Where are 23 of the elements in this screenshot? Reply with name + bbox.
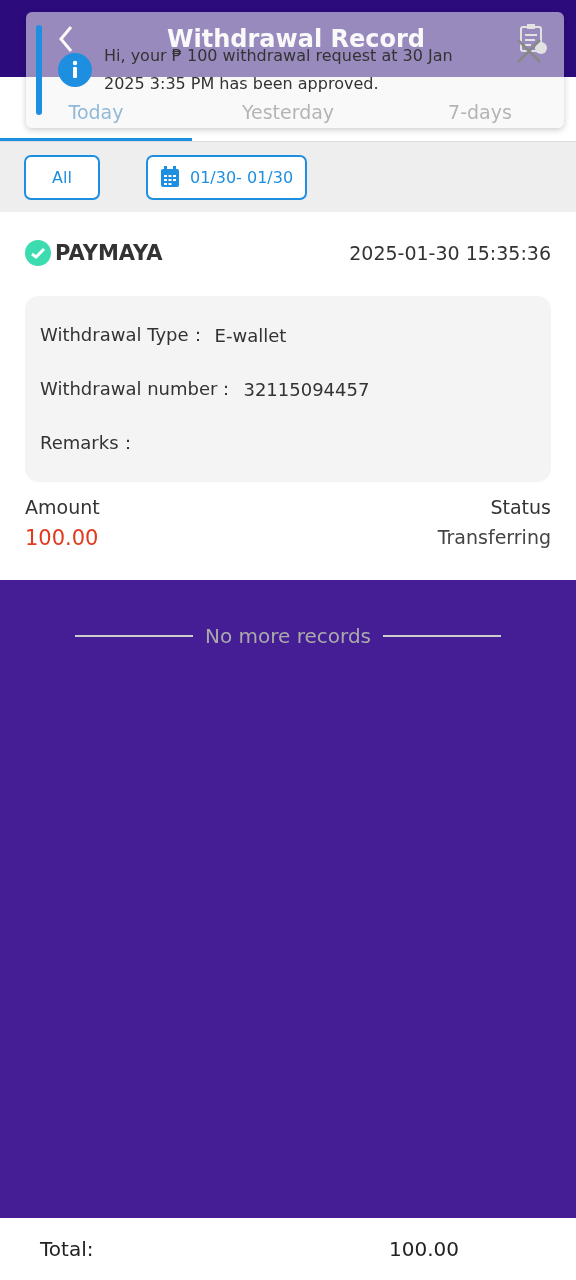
date-range-button[interactable]: 01/30- 01/30 xyxy=(146,154,308,200)
amount-value: 100.00 xyxy=(25,526,100,550)
tab[interactable]: 7-days xyxy=(384,97,576,141)
amount-label: Amount xyxy=(25,496,100,518)
end-of-list-text: No more records xyxy=(205,624,371,648)
total-label: Total: xyxy=(40,1237,94,1261)
status-label: Status xyxy=(490,496,551,518)
clipboard-icon[interactable] xyxy=(518,22,548,55)
calendar-icon xyxy=(160,166,180,188)
wallet-logo-icon xyxy=(25,240,51,266)
detail-value: E-wallet xyxy=(214,324,287,346)
provider-name: PAYMAYA xyxy=(55,241,163,265)
status-value: Transferring xyxy=(437,526,551,548)
close-icon[interactable] xyxy=(516,38,542,64)
detail-value: 32115094457 xyxy=(243,378,370,400)
total-value: 100.00 xyxy=(389,1237,459,1261)
detail-label: Remarks： xyxy=(40,431,137,455)
record-time: 2025-01-30 15:35:36 xyxy=(349,242,551,264)
detail-label: Withdrawal Type： xyxy=(40,323,207,347)
tab[interactable]: Yesterday xyxy=(192,97,384,141)
back-icon[interactable] xyxy=(58,24,74,53)
filter-button[interactable]: All xyxy=(24,154,100,200)
detail-label: Withdrawal number： xyxy=(40,377,236,401)
